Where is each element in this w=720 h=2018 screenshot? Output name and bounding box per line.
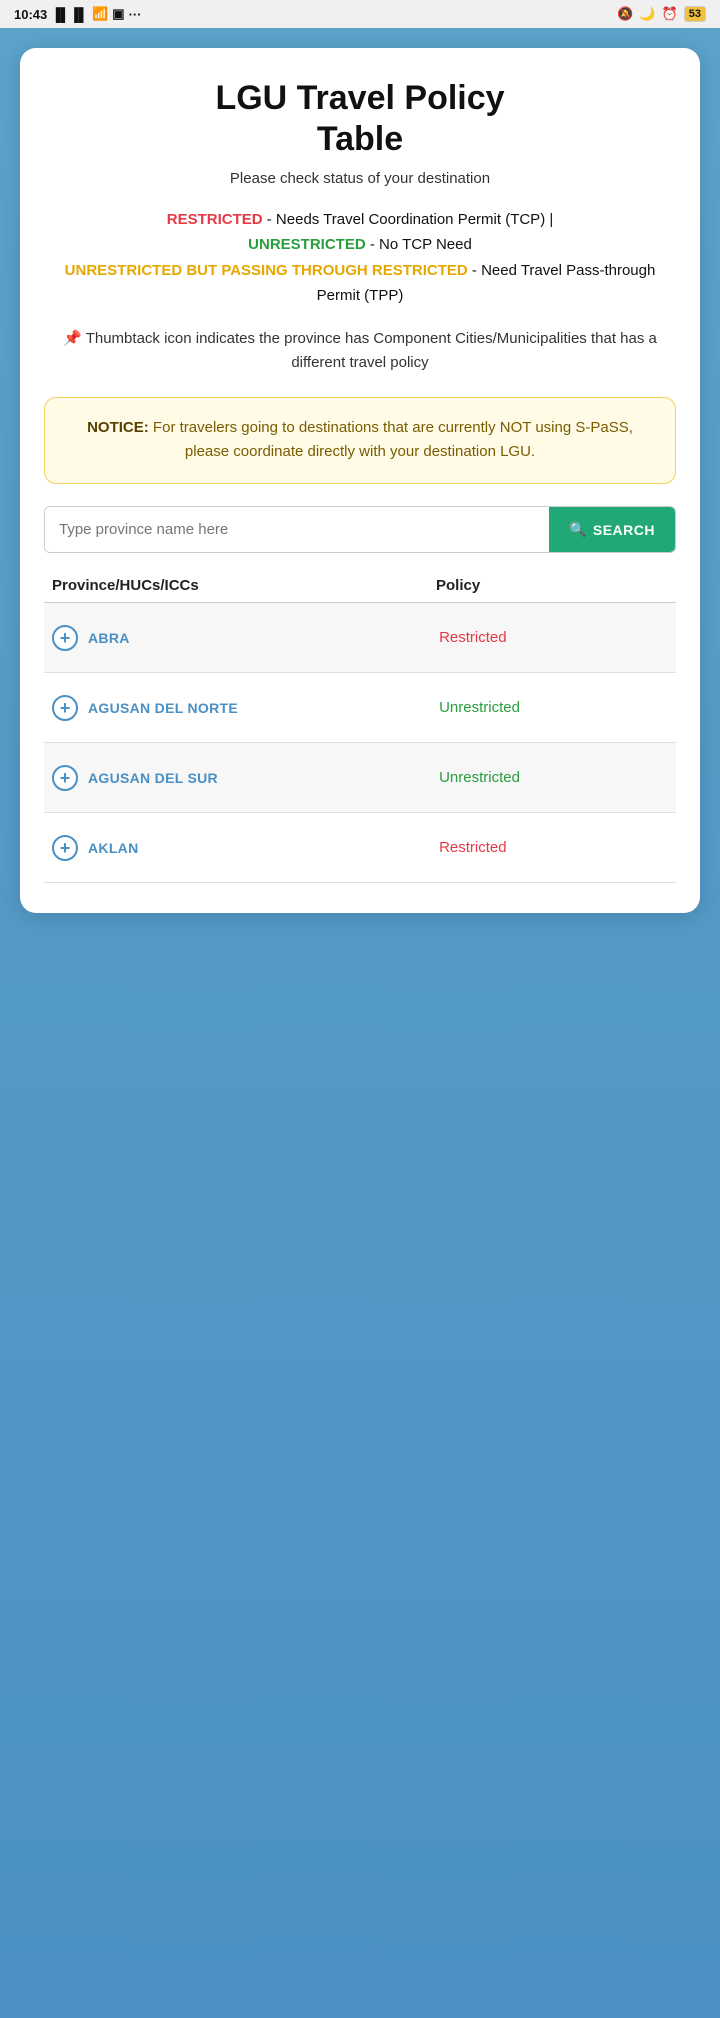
expand-button[interactable]: +: [52, 695, 78, 721]
mute-icon: 🔕: [617, 6, 633, 22]
table-row: + AKLAN Restricted: [44, 813, 676, 883]
row-province-cell: + AKLAN: [44, 823, 439, 873]
policy-cell: Unrestricted: [439, 687, 676, 728]
page-subtitle: Please check status of your destination: [44, 170, 676, 187]
expand-button[interactable]: +: [52, 625, 78, 651]
notice-text: For travelers going to destinations that…: [149, 419, 633, 461]
notice-label: NOTICE:: [87, 419, 149, 436]
table-row: + AGUSAN DEL NORTE Unrestricted: [44, 673, 676, 743]
legend-block: RESTRICTED - Needs Travel Coordination P…: [44, 207, 676, 309]
alarm-icon: ⏰: [662, 6, 678, 22]
row-province-cell: + AGUSAN DEL SUR: [44, 753, 439, 803]
notice-box: NOTICE: For travelers going to destinati…: [44, 397, 676, 485]
province-name: ABRA: [88, 630, 130, 646]
search-row: 🔍 SEARCH: [44, 506, 676, 553]
time-display: 10:43: [14, 7, 47, 22]
main-card: LGU Travel PolicyTable Please check stat…: [20, 48, 700, 913]
province-name: AGUSAN DEL NORTE: [88, 700, 238, 716]
table-body: + ABRA Restricted + AGUSAN DEL NORTE Unr…: [44, 603, 676, 883]
col-header-province: Province/HUCs/ICCs: [44, 577, 436, 594]
table-row: + AGUSAN DEL SUR Unrestricted: [44, 743, 676, 813]
page-title: LGU Travel PolicyTable: [44, 78, 676, 160]
row-province-cell: + AGUSAN DEL NORTE: [44, 683, 439, 733]
more-icon: ···: [129, 7, 142, 22]
policy-cell: Unrestricted: [439, 757, 676, 798]
unrestricted-desc: - No TCP Need: [366, 236, 472, 253]
search-input[interactable]: [45, 507, 549, 552]
signal-icon: ▐▌▐▌: [51, 7, 88, 22]
policy-cell: Restricted: [439, 827, 676, 868]
search-button-label: SEARCH: [593, 522, 655, 538]
search-icon: 🔍: [569, 521, 587, 538]
unrestricted-label: UNRESTRICTED: [248, 236, 366, 253]
status-right: 🔕 🌙 ⏰ 53: [617, 6, 706, 22]
table-header: Province/HUCs/ICCs Policy: [44, 577, 676, 603]
battery-badge: 53: [684, 6, 706, 22]
province-name: AKLAN: [88, 840, 139, 856]
status-bar: 10:43 ▐▌▐▌ 📶 ▣ ··· 🔕 🌙 ⏰ 53: [0, 0, 720, 28]
search-button[interactable]: 🔍 SEARCH: [549, 507, 675, 552]
expand-button[interactable]: +: [52, 835, 78, 861]
row-province-cell: + ABRA: [44, 613, 439, 663]
wifi-icon: 📶: [92, 6, 108, 22]
table-row: + ABRA Restricted: [44, 603, 676, 673]
expand-button[interactable]: +: [52, 765, 78, 791]
moon-icon: 🌙: [639, 6, 655, 22]
status-left: 10:43 ▐▌▐▌ 📶 ▣ ···: [14, 6, 142, 22]
province-table: Province/HUCs/ICCs Policy + ABRA Restric…: [44, 577, 676, 883]
through-label: UNRESTRICTED BUT PASSING THROUGH RESTRIC…: [65, 262, 468, 279]
restricted-label: RESTRICTED: [167, 211, 263, 228]
col-header-policy: Policy: [436, 577, 676, 594]
notification-icon: ▣: [112, 6, 124, 22]
thumbtack-note: 📌 Thumbtack icon indicates the province …: [44, 327, 676, 375]
province-name: AGUSAN DEL SUR: [88, 770, 218, 786]
restricted-desc: - Needs Travel Coordination Permit (TCP)…: [263, 211, 554, 228]
policy-cell: Restricted: [439, 617, 676, 658]
